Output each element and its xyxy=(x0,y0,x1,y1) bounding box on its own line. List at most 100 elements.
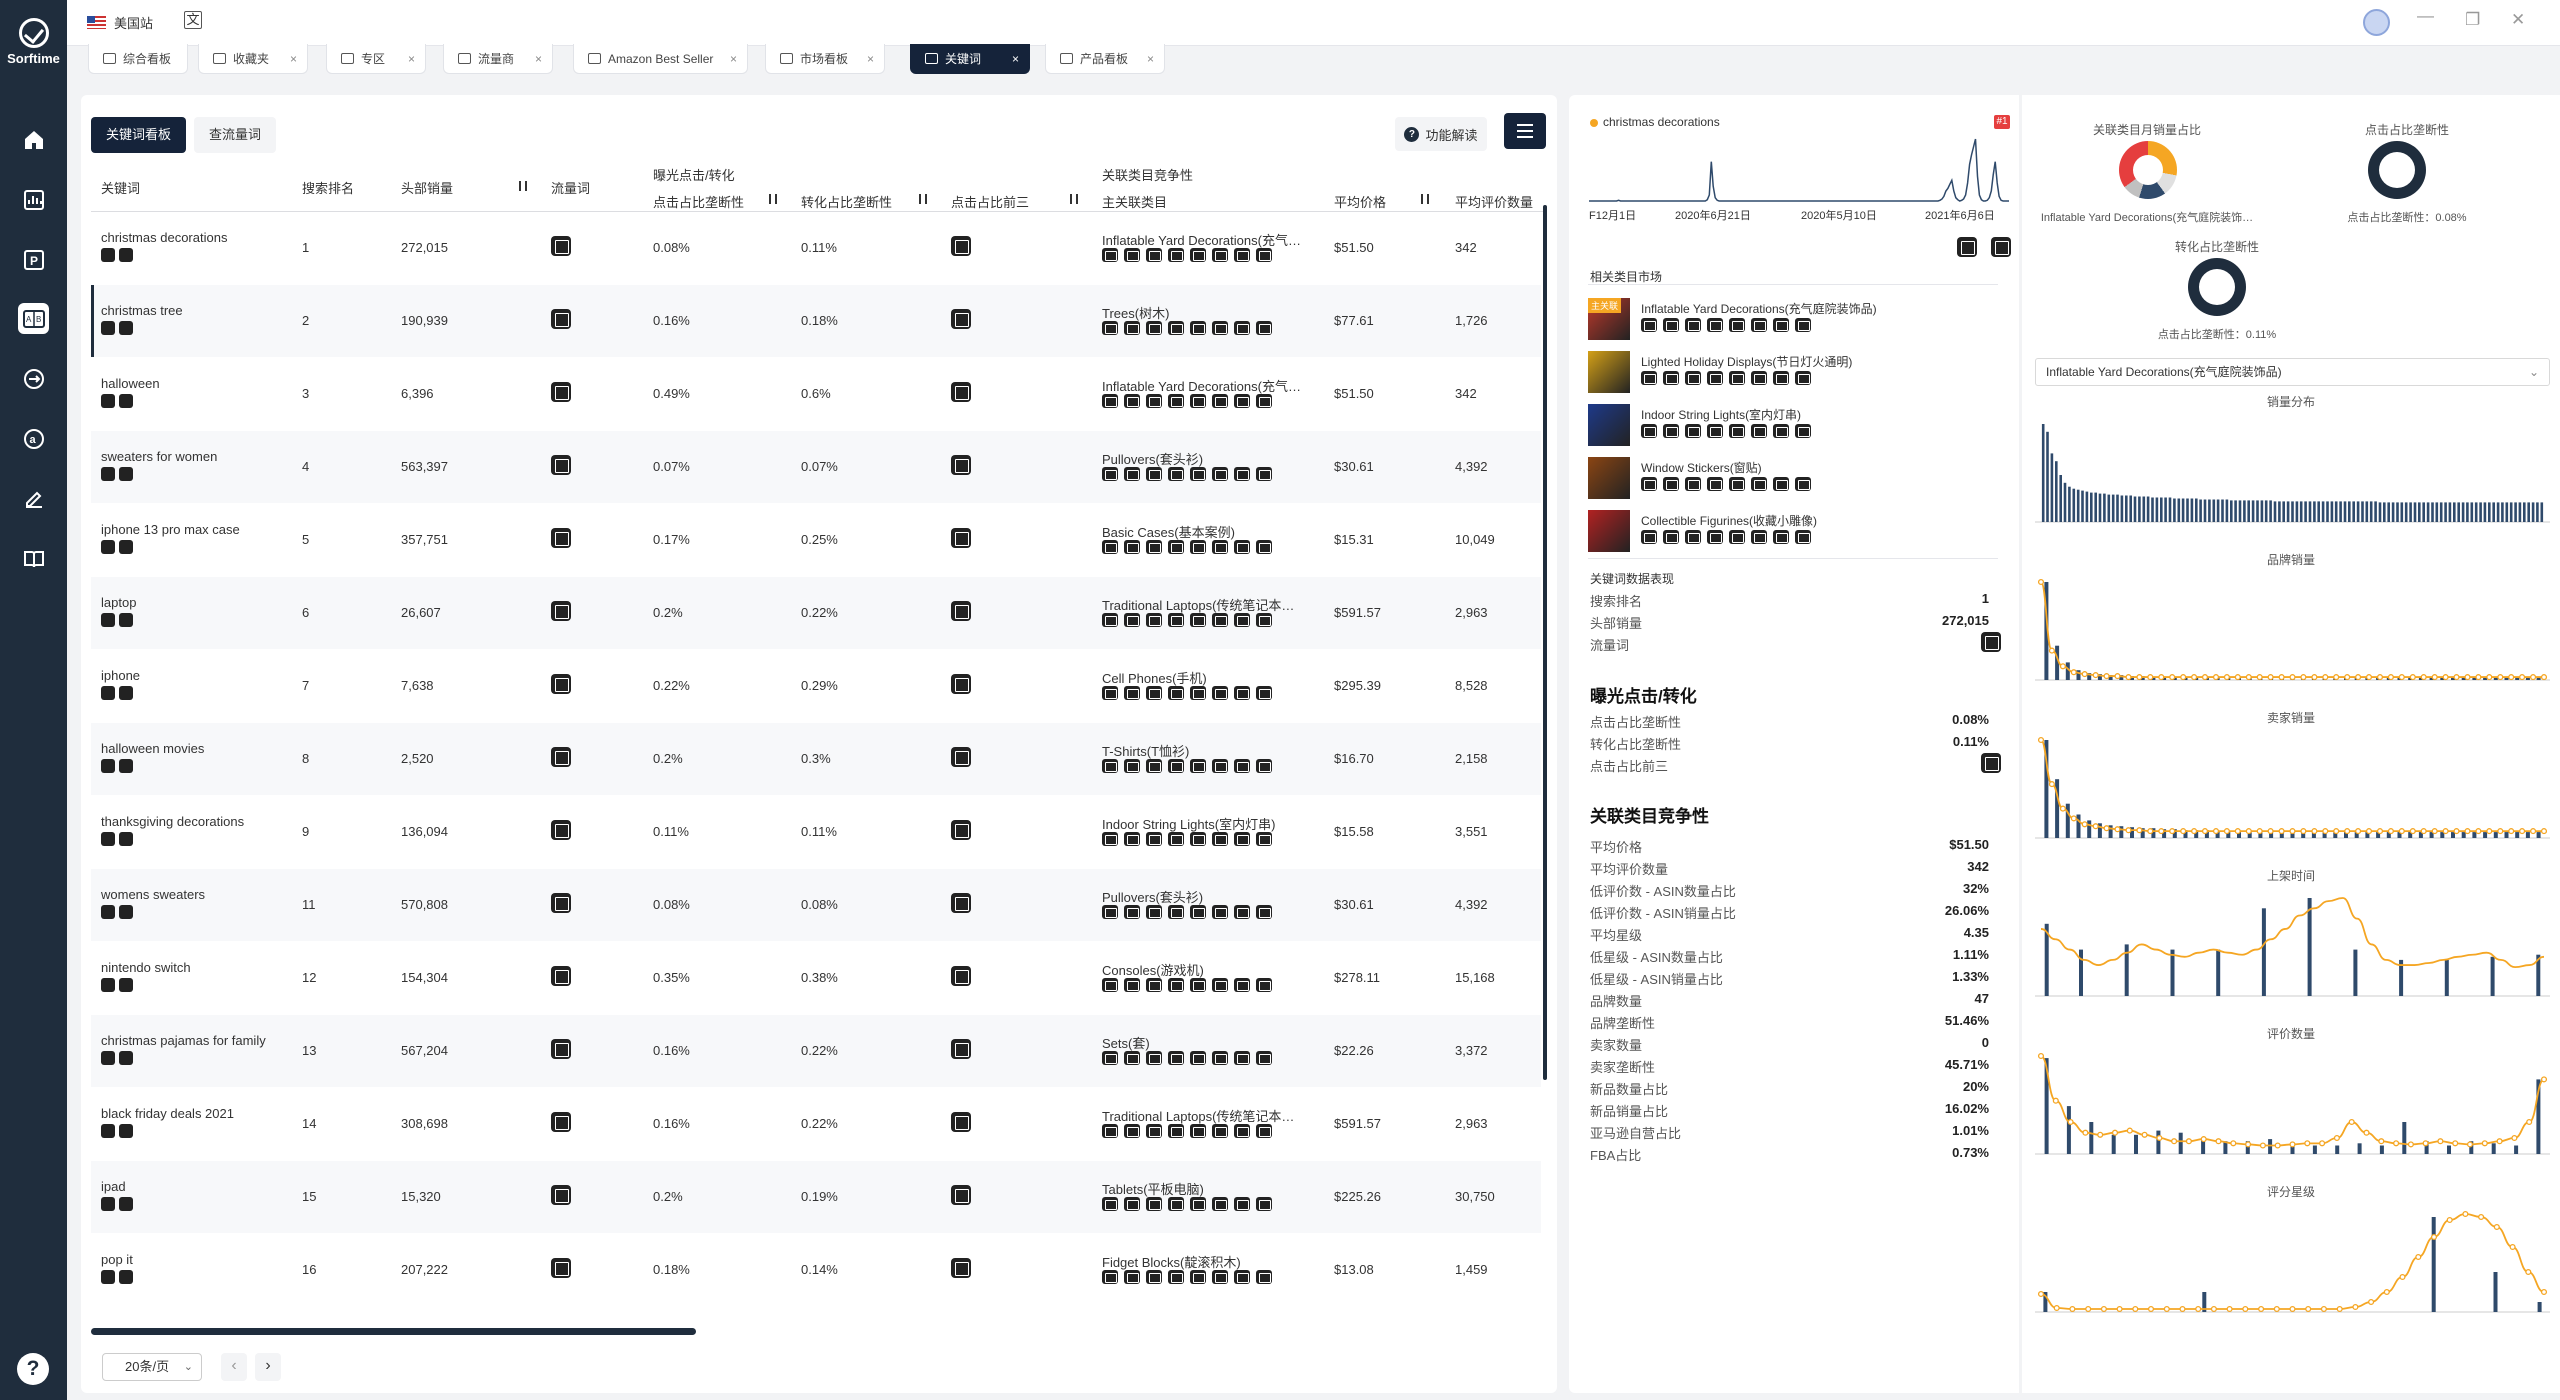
tool-icon[interactable] xyxy=(1707,477,1723,491)
user-icon[interactable] xyxy=(1234,394,1250,408)
bar-chart-icon[interactable] xyxy=(1124,832,1140,846)
close-icon[interactable]: × xyxy=(859,52,874,66)
traffic-word-icon[interactable] xyxy=(551,309,571,329)
traffic-word-icon[interactable] xyxy=(551,1258,571,1278)
close-window-icon[interactable]: ✕ xyxy=(2511,10,2525,30)
globe-icon[interactable] xyxy=(1146,832,1162,846)
trend-icon[interactable] xyxy=(1102,759,1118,773)
image-icon[interactable] xyxy=(1795,318,1811,332)
tool-icon[interactable] xyxy=(1707,318,1723,332)
category-thumbnail[interactable] xyxy=(1588,351,1630,393)
trend-expand-icon[interactable] xyxy=(1991,237,2011,257)
sort-icon[interactable] xyxy=(519,181,527,191)
tool-icon[interactable] xyxy=(1168,905,1184,919)
minimize-icon[interactable]: — xyxy=(2417,6,2434,26)
tab-keyword[interactable]: 关键词 × xyxy=(910,44,1030,74)
traffic-word-icon[interactable] xyxy=(551,382,571,402)
copy-icon[interactable] xyxy=(1212,978,1228,992)
copy-icon[interactable] xyxy=(1212,467,1228,481)
copy-icon[interactable] xyxy=(1212,540,1228,554)
globe-icon[interactable] xyxy=(1146,1197,1162,1211)
heart-icon[interactable] xyxy=(1190,394,1206,408)
header-main-cat[interactable]: 主关联类目 xyxy=(1102,192,1167,211)
globe-icon[interactable] xyxy=(1146,978,1162,992)
traffic-word-icon[interactable] xyxy=(551,1185,571,1205)
globe-icon[interactable] xyxy=(1146,540,1162,554)
keyword-cell[interactable]: iphone xyxy=(101,668,140,683)
copy-icon[interactable] xyxy=(101,321,115,335)
related-category-name[interactable]: Window Stickers(窗贴) xyxy=(1641,459,1762,476)
tab-product[interactable]: 产品看板 × xyxy=(1045,44,1165,74)
heart-icon[interactable] xyxy=(1729,477,1745,491)
bar-chart-icon[interactable] xyxy=(1663,318,1679,332)
copy-icon[interactable] xyxy=(101,905,115,919)
bar-chart-icon[interactable] xyxy=(1124,321,1140,335)
heart-icon[interactable] xyxy=(1190,613,1206,627)
globe-icon[interactable] xyxy=(1146,1270,1162,1284)
keyword-cell[interactable]: christmas tree xyxy=(101,303,183,318)
click-top3-icon[interactable] xyxy=(951,528,971,548)
copy-icon[interactable] xyxy=(1212,248,1228,262)
trend-icon[interactable] xyxy=(1102,1197,1118,1211)
traffic-word-icon[interactable] xyxy=(551,455,571,475)
related-category-name[interactable]: Inflatable Yard Decorations(充气庭院装饰品) xyxy=(1641,300,1877,317)
copy-icon[interactable] xyxy=(1751,371,1767,385)
heart-icon[interactable] xyxy=(1729,318,1745,332)
traffic-icon[interactable] xyxy=(18,363,49,394)
user-icon[interactable] xyxy=(1773,371,1789,385)
bar-chart-icon[interactable] xyxy=(1124,905,1140,919)
tool-icon[interactable] xyxy=(1707,371,1723,385)
click-top3-icon[interactable] xyxy=(951,601,971,621)
vertical-scrollbar[interactable] xyxy=(1543,205,1547,1080)
tool-icon[interactable] xyxy=(1168,1197,1184,1211)
traffic-query-button[interactable]: 查流量词 xyxy=(194,117,276,153)
main-category-cell[interactable]: Sets(套) xyxy=(1102,1033,1150,1052)
main-category-cell[interactable]: Consoles(游戏机) xyxy=(1102,960,1204,979)
copy-icon[interactable] xyxy=(101,686,115,700)
amazon-search-icon[interactable] xyxy=(119,1197,133,1211)
tool-icon[interactable] xyxy=(1707,530,1723,544)
category-thumbnail[interactable] xyxy=(1588,457,1630,499)
copy-icon[interactable] xyxy=(1212,321,1228,335)
globe-icon[interactable] xyxy=(1146,759,1162,773)
traffic-word-icon[interactable] xyxy=(551,747,571,767)
traffic-word-icon[interactable] xyxy=(551,1039,571,1059)
tool-icon[interactable] xyxy=(1168,1051,1184,1065)
copy-icon[interactable] xyxy=(1751,530,1767,544)
trend-icon[interactable] xyxy=(1641,371,1657,385)
site-selector[interactable]: 美国站 xyxy=(87,13,153,32)
heart-icon[interactable] xyxy=(1729,530,1745,544)
click-top3-icon[interactable] xyxy=(951,1258,971,1278)
func-help-button[interactable]: ? 功能解读 xyxy=(1395,117,1487,151)
copy-icon[interactable] xyxy=(101,978,115,992)
image-icon[interactable] xyxy=(1256,467,1272,481)
copy-icon[interactable] xyxy=(1212,1270,1228,1284)
user-icon[interactable] xyxy=(1773,318,1789,332)
bar-chart-icon[interactable] xyxy=(1663,530,1679,544)
heart-icon[interactable] xyxy=(1190,1051,1206,1065)
header-conv-change[interactable]: 转化占比垄断性 xyxy=(801,192,892,211)
product-icon[interactable]: P xyxy=(18,244,49,275)
copy-icon[interactable] xyxy=(101,1124,115,1138)
close-icon[interactable]: × xyxy=(1004,52,1019,66)
image-icon[interactable] xyxy=(1256,321,1272,335)
main-category-cell[interactable]: Basic Cases(基本案例) xyxy=(1102,522,1235,541)
copy-icon[interactable] xyxy=(101,1197,115,1211)
amazon-search-icon[interactable] xyxy=(119,394,133,408)
bar-chart-icon[interactable] xyxy=(1124,1270,1140,1284)
keyword-cell[interactable]: pop it xyxy=(101,1252,133,1267)
main-category-cell[interactable]: Traditional Laptops(传统笔记本… xyxy=(1102,595,1294,614)
tool-icon[interactable] xyxy=(1168,978,1184,992)
copy-icon[interactable] xyxy=(101,394,115,408)
trend-icon[interactable] xyxy=(1102,1124,1118,1138)
heart-icon[interactable] xyxy=(1190,467,1206,481)
globe-icon[interactable] xyxy=(1685,371,1701,385)
category-thumbnail[interactable] xyxy=(1588,404,1630,446)
help-button[interactable]: ? xyxy=(17,1353,49,1385)
amazon-search-icon[interactable] xyxy=(119,613,133,627)
bar-chart-icon[interactable] xyxy=(1124,759,1140,773)
user-icon[interactable] xyxy=(1234,1197,1250,1211)
bar-chart-icon[interactable] xyxy=(1663,371,1679,385)
detail-table-icon[interactable] xyxy=(1981,632,2001,652)
image-icon[interactable] xyxy=(1795,477,1811,491)
